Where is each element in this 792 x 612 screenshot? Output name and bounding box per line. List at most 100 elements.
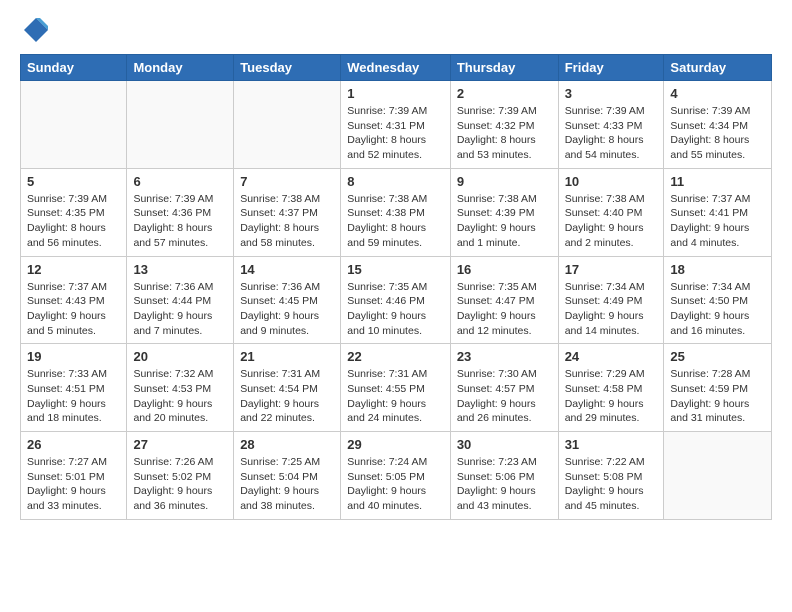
- day-info: Sunrise: 7:36 AMSunset: 4:45 PMDaylight:…: [240, 280, 334, 339]
- day-info: Sunrise: 7:29 AMSunset: 4:58 PMDaylight:…: [565, 367, 658, 426]
- day-info: Sunrise: 7:34 AMSunset: 4:49 PMDaylight:…: [565, 280, 658, 339]
- day-info: Sunrise: 7:39 AMSunset: 4:36 PMDaylight:…: [133, 192, 227, 251]
- calendar-cell: [664, 432, 772, 520]
- day-info: Sunrise: 7:31 AMSunset: 4:55 PMDaylight:…: [347, 367, 444, 426]
- calendar-cell: 13 Sunrise: 7:36 AMSunset: 4:44 PMDayligh…: [127, 256, 234, 344]
- weekday-header-thursday: Thursday: [450, 55, 558, 81]
- calendar-cell: 19 Sunrise: 7:33 AMSunset: 4:51 PMDayligh…: [21, 344, 127, 432]
- day-number: 27: [133, 437, 227, 452]
- day-info: Sunrise: 7:38 AMSunset: 4:37 PMDaylight:…: [240, 192, 334, 251]
- day-info: Sunrise: 7:39 AMSunset: 4:35 PMDaylight:…: [27, 192, 120, 251]
- calendar-cell: 17 Sunrise: 7:34 AMSunset: 4:49 PMDayligh…: [558, 256, 664, 344]
- day-info: Sunrise: 7:30 AMSunset: 4:57 PMDaylight:…: [457, 367, 552, 426]
- calendar-cell: 21 Sunrise: 7:31 AMSunset: 4:54 PMDayligh…: [234, 344, 341, 432]
- calendar-cell: 18 Sunrise: 7:34 AMSunset: 4:50 PMDayligh…: [664, 256, 772, 344]
- day-number: 30: [457, 437, 552, 452]
- day-number: 18: [670, 262, 765, 277]
- day-number: 9: [457, 174, 552, 189]
- weekday-header-saturday: Saturday: [664, 55, 772, 81]
- day-info: Sunrise: 7:39 AMSunset: 4:32 PMDaylight:…: [457, 104, 552, 163]
- day-info: Sunrise: 7:32 AMSunset: 4:53 PMDaylight:…: [133, 367, 227, 426]
- day-info: Sunrise: 7:39 AMSunset: 4:34 PMDaylight:…: [670, 104, 765, 163]
- day-info: Sunrise: 7:24 AMSunset: 5:05 PMDaylight:…: [347, 455, 444, 514]
- calendar-table: SundayMondayTuesdayWednesdayThursdayFrid…: [20, 54, 772, 520]
- calendar-cell: 6 Sunrise: 7:39 AMSunset: 4:36 PMDaylight…: [127, 168, 234, 256]
- week-row-4: 19 Sunrise: 7:33 AMSunset: 4:51 PMDayligh…: [21, 344, 772, 432]
- day-info: Sunrise: 7:38 AMSunset: 4:39 PMDaylight:…: [457, 192, 552, 251]
- day-number: 2: [457, 86, 552, 101]
- weekday-header-tuesday: Tuesday: [234, 55, 341, 81]
- day-number: 13: [133, 262, 227, 277]
- day-info: Sunrise: 7:28 AMSunset: 4:59 PMDaylight:…: [670, 367, 765, 426]
- calendar-cell: 22 Sunrise: 7:31 AMSunset: 4:55 PMDayligh…: [341, 344, 451, 432]
- day-number: 10: [565, 174, 658, 189]
- calendar-cell: 4 Sunrise: 7:39 AMSunset: 4:34 PMDaylight…: [664, 81, 772, 169]
- calendar-cell: 2 Sunrise: 7:39 AMSunset: 4:32 PMDaylight…: [450, 81, 558, 169]
- day-number: 29: [347, 437, 444, 452]
- page: SundayMondayTuesdayWednesdayThursdayFrid…: [0, 0, 792, 536]
- day-info: Sunrise: 7:37 AMSunset: 4:43 PMDaylight:…: [27, 280, 120, 339]
- calendar-cell: 12 Sunrise: 7:37 AMSunset: 4:43 PMDayligh…: [21, 256, 127, 344]
- day-number: 31: [565, 437, 658, 452]
- day-number: 12: [27, 262, 120, 277]
- day-number: 25: [670, 349, 765, 364]
- calendar-cell: [127, 81, 234, 169]
- day-info: Sunrise: 7:39 AMSunset: 4:33 PMDaylight:…: [565, 104, 658, 163]
- day-number: 14: [240, 262, 334, 277]
- day-info: Sunrise: 7:38 AMSunset: 4:38 PMDaylight:…: [347, 192, 444, 251]
- day-number: 6: [133, 174, 227, 189]
- weekday-header-wednesday: Wednesday: [341, 55, 451, 81]
- calendar-cell: 23 Sunrise: 7:30 AMSunset: 4:57 PMDayligh…: [450, 344, 558, 432]
- day-info: Sunrise: 7:31 AMSunset: 4:54 PMDaylight:…: [240, 367, 334, 426]
- day-number: 23: [457, 349, 552, 364]
- day-info: Sunrise: 7:34 AMSunset: 4:50 PMDaylight:…: [670, 280, 765, 339]
- calendar-cell: 15 Sunrise: 7:35 AMSunset: 4:46 PMDayligh…: [341, 256, 451, 344]
- calendar-cell: 16 Sunrise: 7:35 AMSunset: 4:47 PMDayligh…: [450, 256, 558, 344]
- calendar-cell: 25 Sunrise: 7:28 AMSunset: 4:59 PMDayligh…: [664, 344, 772, 432]
- day-info: Sunrise: 7:39 AMSunset: 4:31 PMDaylight:…: [347, 104, 444, 163]
- weekday-header-sunday: Sunday: [21, 55, 127, 81]
- calendar-cell: 29 Sunrise: 7:24 AMSunset: 5:05 PMDayligh…: [341, 432, 451, 520]
- day-info: Sunrise: 7:35 AMSunset: 4:46 PMDaylight:…: [347, 280, 444, 339]
- day-number: 22: [347, 349, 444, 364]
- day-number: 7: [240, 174, 334, 189]
- weekday-header-friday: Friday: [558, 55, 664, 81]
- calendar-cell: 11Sunrise: 7:37 AMSunset: 4:41 PMDayligh…: [664, 168, 772, 256]
- calendar-cell: 10 Sunrise: 7:38 AMSunset: 4:40 PMDayligh…: [558, 168, 664, 256]
- calendar-cell: 28 Sunrise: 7:25 AMSunset: 5:04 PMDayligh…: [234, 432, 341, 520]
- calendar-cell: 5 Sunrise: 7:39 AMSunset: 4:35 PMDaylight…: [21, 168, 127, 256]
- calendar-cell: [234, 81, 341, 169]
- day-number: 16: [457, 262, 552, 277]
- day-number: 3: [565, 86, 658, 101]
- day-info: Sunrise: 7:35 AMSunset: 4:47 PMDaylight:…: [457, 280, 552, 339]
- day-number: 4: [670, 86, 765, 101]
- calendar-cell: 26Sunrise: 7:27 AMSunset: 5:01 PMDayligh…: [21, 432, 127, 520]
- day-number: 5: [27, 174, 120, 189]
- day-info: Sunrise: 7:23 AMSunset: 5:06 PMDaylight:…: [457, 455, 552, 514]
- day-number: 17: [565, 262, 658, 277]
- calendar-cell: 27Sunrise: 7:26 AMSunset: 5:02 PMDayligh…: [127, 432, 234, 520]
- week-row-3: 12 Sunrise: 7:37 AMSunset: 4:43 PMDayligh…: [21, 256, 772, 344]
- day-number: 8: [347, 174, 444, 189]
- day-number: 21: [240, 349, 334, 364]
- calendar-cell: 8 Sunrise: 7:38 AMSunset: 4:38 PMDaylight…: [341, 168, 451, 256]
- weekday-header-monday: Monday: [127, 55, 234, 81]
- day-info: Sunrise: 7:33 AMSunset: 4:51 PMDaylight:…: [27, 367, 120, 426]
- day-number: 26: [27, 437, 120, 452]
- calendar-cell: 30 Sunrise: 7:23 AMSunset: 5:06 PMDayligh…: [450, 432, 558, 520]
- day-number: 28: [240, 437, 334, 452]
- day-number: 19: [27, 349, 120, 364]
- day-info: Sunrise: 7:36 AMSunset: 4:44 PMDaylight:…: [133, 280, 227, 339]
- day-info: Sunrise: 7:38 AMSunset: 4:40 PMDaylight:…: [565, 192, 658, 251]
- day-number: 15: [347, 262, 444, 277]
- day-number: 24: [565, 349, 658, 364]
- day-number: 11: [670, 174, 765, 189]
- calendar-cell: [21, 81, 127, 169]
- day-info: Sunrise: 7:25 AMSunset: 5:04 PMDaylight:…: [240, 455, 334, 514]
- calendar-cell: 1 Sunrise: 7:39 AMSunset: 4:31 PMDaylight…: [341, 81, 451, 169]
- day-number: 1: [347, 86, 444, 101]
- weekday-header-row: SundayMondayTuesdayWednesdayThursdayFrid…: [21, 55, 772, 81]
- logo: [20, 16, 50, 44]
- calendar-cell: 9 Sunrise: 7:38 AMSunset: 4:39 PMDaylight…: [450, 168, 558, 256]
- week-row-2: 5 Sunrise: 7:39 AMSunset: 4:35 PMDaylight…: [21, 168, 772, 256]
